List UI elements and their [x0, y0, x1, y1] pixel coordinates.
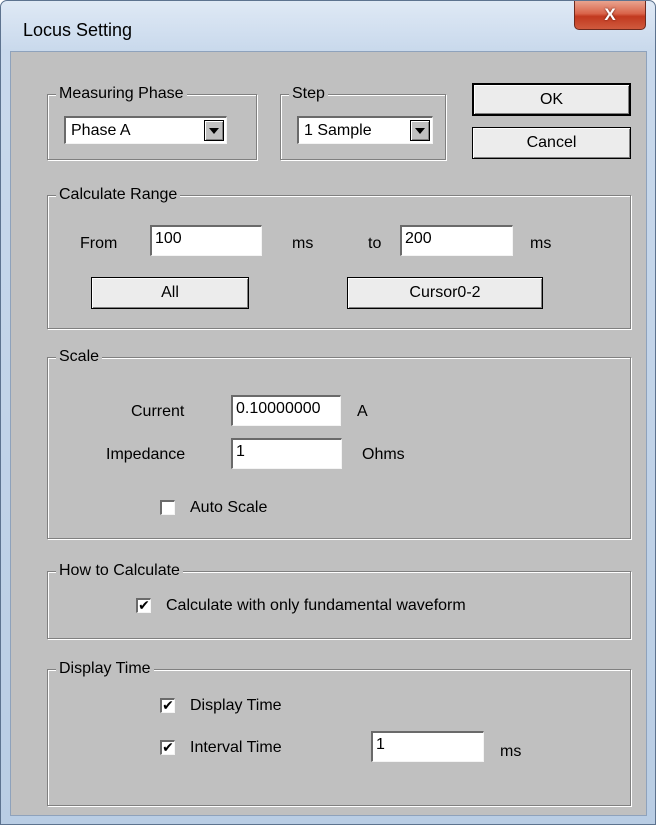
auto-scale-checkbox[interactable]: [160, 500, 175, 515]
measuring-phase-group-label: Measuring Phase: [56, 84, 187, 104]
interval-time-checkbox[interactable]: ✔: [160, 740, 175, 755]
cancel-button[interactable]: Cancel: [472, 127, 631, 159]
to-input[interactable]: 200: [400, 225, 513, 256]
from-label: From: [80, 235, 118, 252]
checkmark-icon: ✔: [162, 698, 174, 714]
step-group: Step 1 Sample: [280, 84, 446, 160]
interval-time-label: Interval Time: [190, 739, 282, 756]
display-time-group-label: Display Time: [56, 659, 154, 679]
close-button[interactable]: X: [574, 1, 646, 30]
step-group-label: Step: [289, 84, 328, 104]
measuring-phase-group: Measuring Phase Phase A: [47, 84, 257, 160]
fundamental-label: Calculate with only fundamental waveform: [166, 597, 466, 614]
measuring-phase-value: Phase A: [71, 122, 131, 139]
impedance-unit: Ohms: [362, 446, 405, 463]
chevron-down-icon[interactable]: [410, 120, 430, 141]
to-unit: ms: [530, 235, 552, 252]
step-select[interactable]: 1 Sample: [297, 116, 433, 144]
from-unit: ms: [292, 235, 314, 252]
to-label: to: [368, 235, 382, 252]
interval-time-input[interactable]: 1: [371, 731, 484, 762]
impedance-input[interactable]: 1: [231, 438, 342, 469]
fundamental-checkbox[interactable]: ✔: [136, 598, 151, 613]
display-time-checkbox[interactable]: ✔: [160, 698, 175, 713]
from-input[interactable]: 100: [150, 225, 262, 256]
display-time-label: Display Time: [190, 697, 282, 714]
dialog-window: Locus Setting X Measuring Phase Phase A …: [0, 0, 656, 825]
measuring-phase-select[interactable]: Phase A: [64, 116, 227, 144]
close-icon: X: [604, 5, 616, 24]
display-time-group: Display Time: [47, 659, 631, 806]
current-unit: A: [357, 403, 368, 420]
checkmark-icon: ✔: [162, 740, 174, 756]
interval-time-unit: ms: [500, 743, 522, 760]
all-button[interactable]: All: [91, 277, 249, 309]
scale-group-label: Scale: [56, 347, 103, 367]
window-title: Locus Setting: [23, 20, 133, 40]
current-label: Current: [131, 403, 185, 420]
cursor-range-button[interactable]: Cursor0-2: [347, 277, 543, 309]
ok-button[interactable]: OK: [472, 83, 631, 116]
how-to-calculate-group-label: How to Calculate: [56, 561, 183, 581]
current-input[interactable]: 0.10000000: [231, 395, 341, 426]
step-value: 1 Sample: [304, 122, 372, 139]
checkmark-icon: ✔: [138, 598, 150, 614]
impedance-label: Impedance: [106, 446, 186, 463]
auto-scale-label: Auto Scale: [190, 499, 268, 516]
calculate-range-group-label: Calculate Range: [56, 185, 181, 205]
dialog-client-area: Measuring Phase Phase A Step 1 Sample OK…: [10, 51, 647, 816]
chevron-down-icon[interactable]: [204, 120, 224, 141]
